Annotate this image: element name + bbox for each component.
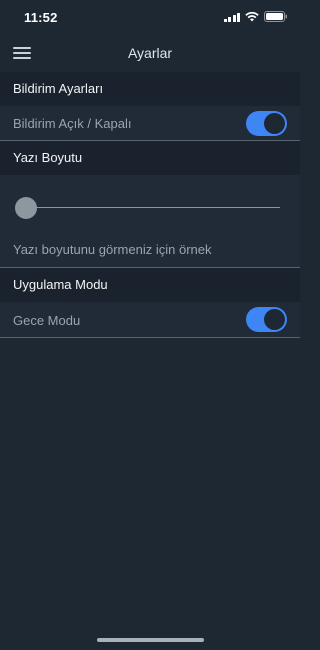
toggle-knob: [264, 113, 285, 134]
settings-screen: 11:52 Ayarlar Bildirim Ayarları Bildirim…: [0, 0, 300, 650]
navigation-bar: Ayarlar: [0, 34, 300, 72]
notification-toggle-label: Bildirim Açık / Kapalı: [13, 116, 132, 131]
status-time: 11:52: [24, 10, 58, 25]
section-header-notifications: Bildirim Ayarları: [0, 72, 300, 106]
night-mode-toggle[interactable]: [246, 307, 287, 332]
font-size-slider-track[interactable]: [30, 207, 280, 208]
home-indicator[interactable]: [97, 638, 204, 642]
cellular-signal-icon: [223, 12, 240, 22]
font-size-sample-text: Yazı boyutunu görmeniz için örnek: [13, 242, 212, 257]
wifi-icon: [245, 11, 259, 22]
battery-icon: [264, 11, 288, 22]
status-icons: [223, 11, 289, 22]
section-header-app-mode: Uygulama Modu: [0, 268, 300, 302]
section-header-font-size: Yazı Boyutu: [0, 141, 300, 175]
page-title: Ayarlar: [127, 45, 173, 61]
status-bar: 11:52: [0, 0, 300, 34]
font-size-sample-row: Yazı boyutunu görmeniz için örnek: [0, 233, 300, 268]
font-size-slider-thumb[interactable]: [15, 197, 37, 219]
toggle-knob: [264, 309, 285, 330]
notification-toggle[interactable]: [246, 111, 287, 136]
notification-toggle-row: Bildirim Açık / Kapalı: [0, 106, 300, 141]
font-size-slider-row: [0, 175, 300, 233]
night-mode-toggle-row: Gece Modu: [0, 302, 300, 338]
night-mode-label: Gece Modu: [13, 313, 81, 328]
